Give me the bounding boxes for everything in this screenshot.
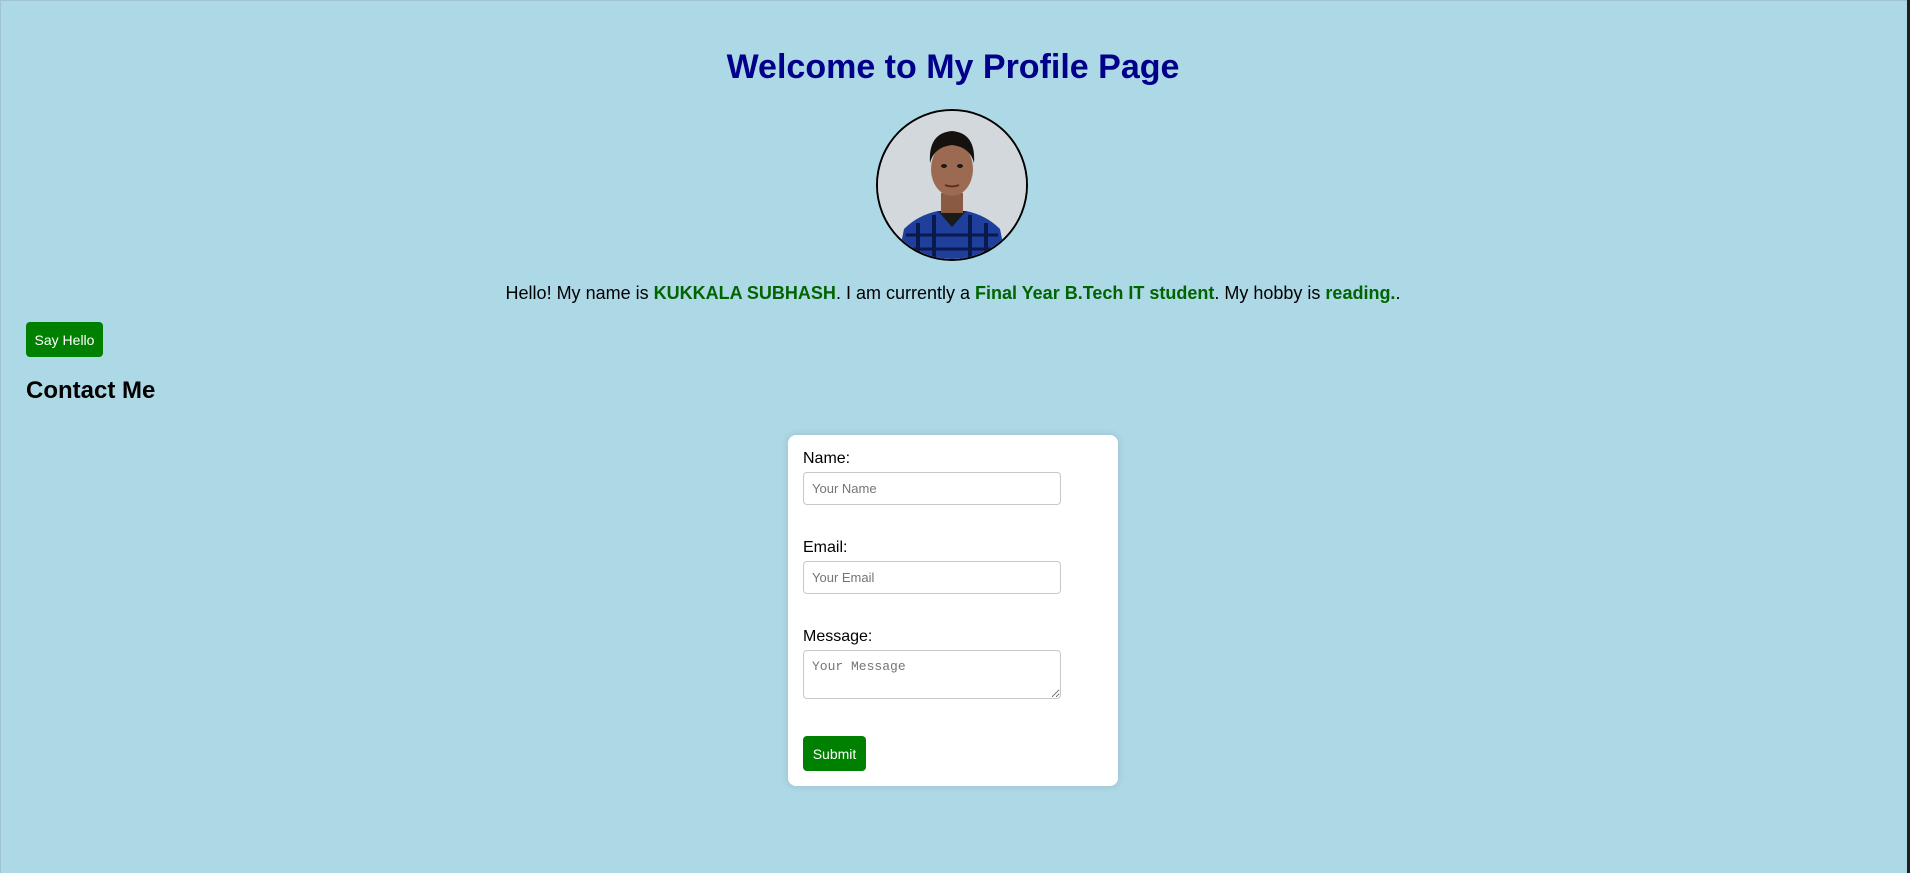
email-label: Email: bbox=[803, 539, 848, 556]
profile-name: KUKKALA SUBHASH bbox=[653, 283, 836, 303]
page-title: Welcome to My Profile Page bbox=[726, 48, 1180, 86]
profile-avatar bbox=[876, 109, 1028, 261]
email-input[interactable] bbox=[803, 561, 1061, 594]
intro-text: Hello! My name is KUKKALA SUBHASH. I am … bbox=[1, 281, 1905, 305]
intro-mid-2: . My hobby is bbox=[1214, 283, 1326, 303]
contact-form: Name: Email: Message: Submit bbox=[788, 435, 1118, 786]
name-label: Name: bbox=[803, 450, 851, 467]
intro-suffix: . bbox=[1395, 283, 1401, 303]
submit-button[interactable]: Submit bbox=[803, 736, 866, 771]
page-viewport: Welcome to My Profile Page Hello! My nam… bbox=[0, 0, 1908, 873]
profile-hobby: reading. bbox=[1325, 283, 1396, 303]
intro-mid-1: . I am currently a bbox=[835, 283, 975, 303]
profile-photo-image bbox=[878, 111, 1026, 259]
say-hello-button[interactable]: Say Hello bbox=[26, 322, 103, 357]
profile-study: Final Year B.Tech IT student bbox=[974, 283, 1215, 303]
message-label: Message: bbox=[803, 628, 873, 645]
contact-heading: Contact Me bbox=[26, 377, 156, 404]
intro-prefix: Hello! My name is bbox=[505, 283, 654, 303]
name-input[interactable] bbox=[803, 472, 1061, 505]
message-textarea[interactable] bbox=[803, 650, 1061, 699]
